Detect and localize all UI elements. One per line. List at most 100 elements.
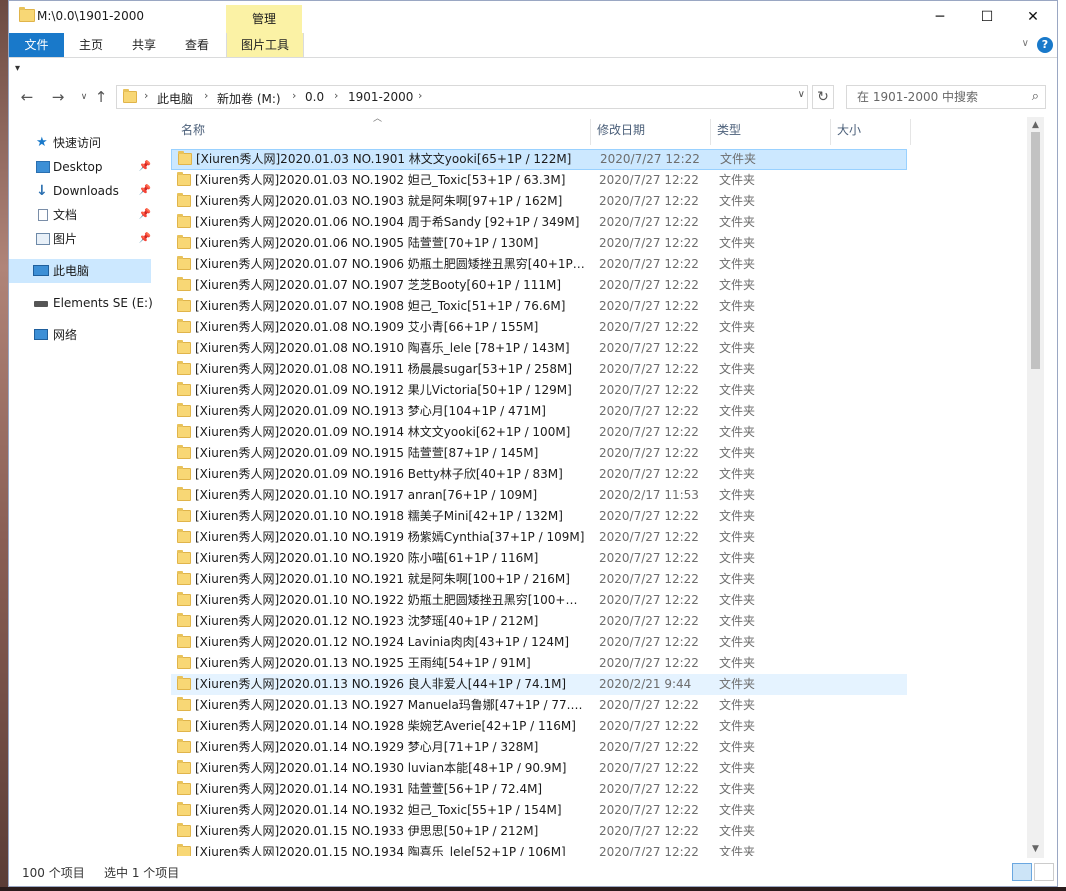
sidebar-item-desktop[interactable]: Desktop 📌	[9, 155, 151, 179]
file-row[interactable]: [Xiuren秀人网]2020.01.08 NO.1910 陶喜乐_lele […	[171, 338, 907, 359]
folder-icon	[177, 214, 191, 228]
file-row[interactable]: [Xiuren秀人网]2020.01.09 NO.1916 Betty林子欣[4…	[171, 464, 907, 485]
file-date: 2020/7/27 12:22	[599, 425, 699, 439]
file-date: 2020/7/27 12:22	[599, 740, 699, 754]
column-header-type[interactable]: 类型	[711, 119, 831, 145]
file-row[interactable]: [Xiuren秀人网]2020.01.09 NO.1913 梦心月[104+1P…	[171, 401, 907, 422]
file-row[interactable]: [Xiuren秀人网]2020.01.06 NO.1904 周于希Sandy […	[171, 212, 907, 233]
scroll-down-button[interactable]: ▼	[1027, 841, 1044, 858]
column-header-name[interactable]: 名称	[171, 119, 591, 145]
tab-view[interactable]: 查看	[174, 33, 220, 57]
folder-icon	[177, 361, 191, 375]
file-row[interactable]: [Xiuren秀人网]2020.01.07 NO.1907 芝芝Booty[60…	[171, 275, 907, 296]
file-date: 2020/7/27 12:22	[599, 404, 699, 418]
file-row[interactable]: [Xiuren秀人网]2020.01.03 NO.1901 林文文yooki[6…	[171, 149, 907, 170]
file-row[interactable]: [Xiuren秀人网]2020.01.07 NO.1906 奶瓶土肥圆矮挫丑黑穷…	[171, 254, 907, 275]
title-bar[interactable]: M:\0.0\1901-2000 管理 ─ ☐ ✕	[9, 1, 1057, 33]
file-row[interactable]: [Xiuren秀人网]2020.01.13 NO.1927 Manuela玛鲁娜…	[171, 695, 907, 716]
tab-picture-tools[interactable]: 图片工具	[226, 33, 304, 57]
sidebar-item-network[interactable]: 网络	[9, 323, 151, 347]
file-row[interactable]: [Xiuren秀人网]2020.01.07 NO.1908 妲己_Toxic[5…	[171, 296, 907, 317]
pin-icon[interactable]: 📌	[139, 227, 151, 251]
file-row[interactable]: [Xiuren秀人网]2020.01.09 NO.1914 林文文yooki[6…	[171, 422, 907, 443]
file-row[interactable]: [Xiuren秀人网]2020.01.13 NO.1926 良人非爱人[44+1…	[171, 674, 907, 695]
file-row[interactable]: [Xiuren秀人网]2020.01.10 NO.1922 奶瓶土肥圆矮挫丑黑穷…	[171, 590, 907, 611]
file-row[interactable]: [Xiuren秀人网]2020.01.10 NO.1917 anran[76+1…	[171, 485, 907, 506]
file-row[interactable]: [Xiuren秀人网]2020.01.10 NO.1918 糯美子Mini[42…	[171, 506, 907, 527]
file-row[interactable]: [Xiuren秀人网]2020.01.10 NO.1919 杨紫嫣Cynthia…	[171, 527, 907, 548]
file-row[interactable]: [Xiuren秀人网]2020.01.12 NO.1923 沈梦瑶[40+1P …	[171, 611, 907, 632]
file-row[interactable]: [Xiuren秀人网]2020.01.14 NO.1928 柴婉艺Averie[…	[171, 716, 907, 737]
file-name: [Xiuren秀人网]2020.01.03 NO.1901 林文文yooki[6…	[196, 152, 572, 166]
folder-icon	[177, 277, 191, 291]
file-name: [Xiuren秀人网]2020.01.09 NO.1913 梦心月[104+1P…	[195, 404, 546, 418]
tab-file[interactable]: 文件	[9, 33, 64, 57]
file-row[interactable]: [Xiuren秀人网]2020.01.08 NO.1909 艾小青[66+1P …	[171, 317, 907, 338]
file-name: [Xiuren秀人网]2020.01.08 NO.1911 杨晨晨sugar[5…	[195, 362, 573, 376]
search-icon[interactable]: ⌕	[1032, 89, 1039, 104]
chevron-down-icon[interactable]: ∨	[1022, 38, 1029, 49]
breadcrumb-folder-1901-2000[interactable]: 1901-2000	[348, 90, 413, 104]
pin-icon[interactable]: 📌	[139, 155, 151, 179]
minimize-button[interactable]: ─	[917, 1, 963, 33]
sidebar-item-downloads[interactable]: ↓ Downloads 📌	[9, 179, 151, 203]
quick-access-toolbar-dropdown[interactable]: ▾	[15, 63, 20, 74]
file-type: 文件夹	[719, 215, 756, 229]
manage-context-tab[interactable]: 管理	[226, 5, 302, 33]
file-row[interactable]: [Xiuren秀人网]2020.01.14 NO.1929 梦心月[71+1P …	[171, 737, 907, 758]
forward-arrow-icon[interactable]: →	[48, 87, 68, 107]
computer-icon	[33, 265, 49, 276]
pin-icon[interactable]: 📌	[139, 203, 151, 227]
maximize-button[interactable]: ☐	[964, 1, 1010, 33]
address-bar[interactable]: › 此电脑 › 新加卷 (M:) › 0.0 › 1901-2000 › ∨	[116, 85, 808, 109]
column-header-size[interactable]: 大小	[831, 119, 911, 145]
file-name: [Xiuren秀人网]2020.01.10 NO.1920 陈小喵[61+1P …	[195, 551, 539, 565]
details-view-icon[interactable]	[1012, 863, 1032, 881]
file-row[interactable]: [Xiuren秀人网]2020.01.06 NO.1905 陆萱萱[70+1P …	[171, 233, 907, 254]
file-row[interactable]: [Xiuren秀人网]2020.01.03 NO.1902 妲己_Toxic[5…	[171, 170, 907, 191]
file-row[interactable]: [Xiuren秀人网]2020.01.10 NO.1920 陈小喵[61+1P …	[171, 548, 907, 569]
file-row[interactable]: [Xiuren秀人网]2020.01.08 NO.1911 杨晨晨sugar[5…	[171, 359, 907, 380]
tab-share[interactable]: 共享	[121, 33, 167, 57]
sidebar-item-quick-access[interactable]: ★ 快速访问	[9, 131, 151, 155]
sidebar-item-documents[interactable]: 文档 📌	[9, 203, 151, 227]
search-input[interactable]	[855, 89, 1019, 105]
file-date: 2020/7/27 12:22	[599, 803, 699, 817]
file-row[interactable]: [Xiuren秀人网]2020.01.09 NO.1912 果儿Victoria…	[171, 380, 907, 401]
pin-icon[interactable]: 📌	[139, 179, 151, 203]
close-button[interactable]: ✕	[1010, 1, 1056, 33]
tab-home[interactable]: 主页	[68, 33, 114, 57]
file-row[interactable]: [Xiuren秀人网]2020.01.14 NO.1930 luvian本能[4…	[171, 758, 907, 779]
file-row[interactable]: [Xiuren秀人网]2020.01.03 NO.1903 就是阿朱啊[97+1…	[171, 191, 907, 212]
folder-icon	[177, 424, 191, 438]
address-dropdown-icon[interactable]: ∨	[798, 89, 805, 100]
file-row[interactable]: [Xiuren秀人网]2020.01.15 NO.1933 伊思思[50+1P …	[171, 821, 907, 842]
breadcrumb-separator[interactable]: ›	[334, 89, 338, 102]
up-arrow-icon[interactable]: ↑	[91, 87, 111, 107]
refresh-button[interactable]: ↻	[812, 85, 834, 109]
file-row[interactable]: [Xiuren秀人网]2020.01.14 NO.1932 妲己_Toxic[5…	[171, 800, 907, 821]
search-box[interactable]: ⌕	[846, 85, 1046, 109]
scrollbar-thumb[interactable]	[1031, 132, 1040, 369]
sidebar-item-elements-se[interactable]: Elements SE (E:)	[9, 291, 153, 315]
folder-icon	[177, 382, 191, 396]
breadcrumb-separator[interactable]: ›	[292, 89, 296, 102]
breadcrumb-folder-00[interactable]: 0.0	[305, 90, 324, 104]
sidebar-item-this-pc[interactable]: 此电脑	[9, 259, 151, 283]
help-icon[interactable]: ?	[1037, 37, 1053, 53]
breadcrumb-drive-m[interactable]: 新加卷 (M:)	[217, 90, 281, 107]
breadcrumb-this-pc[interactable]: 此电脑	[157, 90, 193, 107]
file-row[interactable]: [Xiuren秀人网]2020.01.14 NO.1931 陆萱萱[56+1P …	[171, 779, 907, 800]
sidebar-item-pictures[interactable]: 图片 📌	[9, 227, 151, 251]
file-row[interactable]: [Xiuren秀人网]2020.01.12 NO.1924 Lavinia肉肉[…	[171, 632, 907, 653]
file-row[interactable]: [Xiuren秀人网]2020.01.13 NO.1925 王雨纯[54+1P …	[171, 653, 907, 674]
breadcrumb-separator[interactable]: ›	[418, 89, 422, 102]
back-arrow-icon[interactable]: ←	[17, 87, 37, 107]
file-row[interactable]: [Xiuren秀人网]2020.01.10 NO.1921 就是阿朱啊[100+…	[171, 569, 907, 590]
file-row[interactable]: [Xiuren秀人网]2020.01.15 NO.1934 陶喜乐_lele[5…	[171, 842, 907, 856]
large-icons-view-icon[interactable]	[1034, 863, 1054, 881]
column-header-date[interactable]: 修改日期	[591, 119, 711, 145]
file-row[interactable]: [Xiuren秀人网]2020.01.09 NO.1915 陆萱萱[87+1P …	[171, 443, 907, 464]
breadcrumb-separator[interactable]: ›	[204, 89, 208, 102]
vertical-scrollbar[interactable]: ▲ ▼	[1027, 117, 1044, 858]
